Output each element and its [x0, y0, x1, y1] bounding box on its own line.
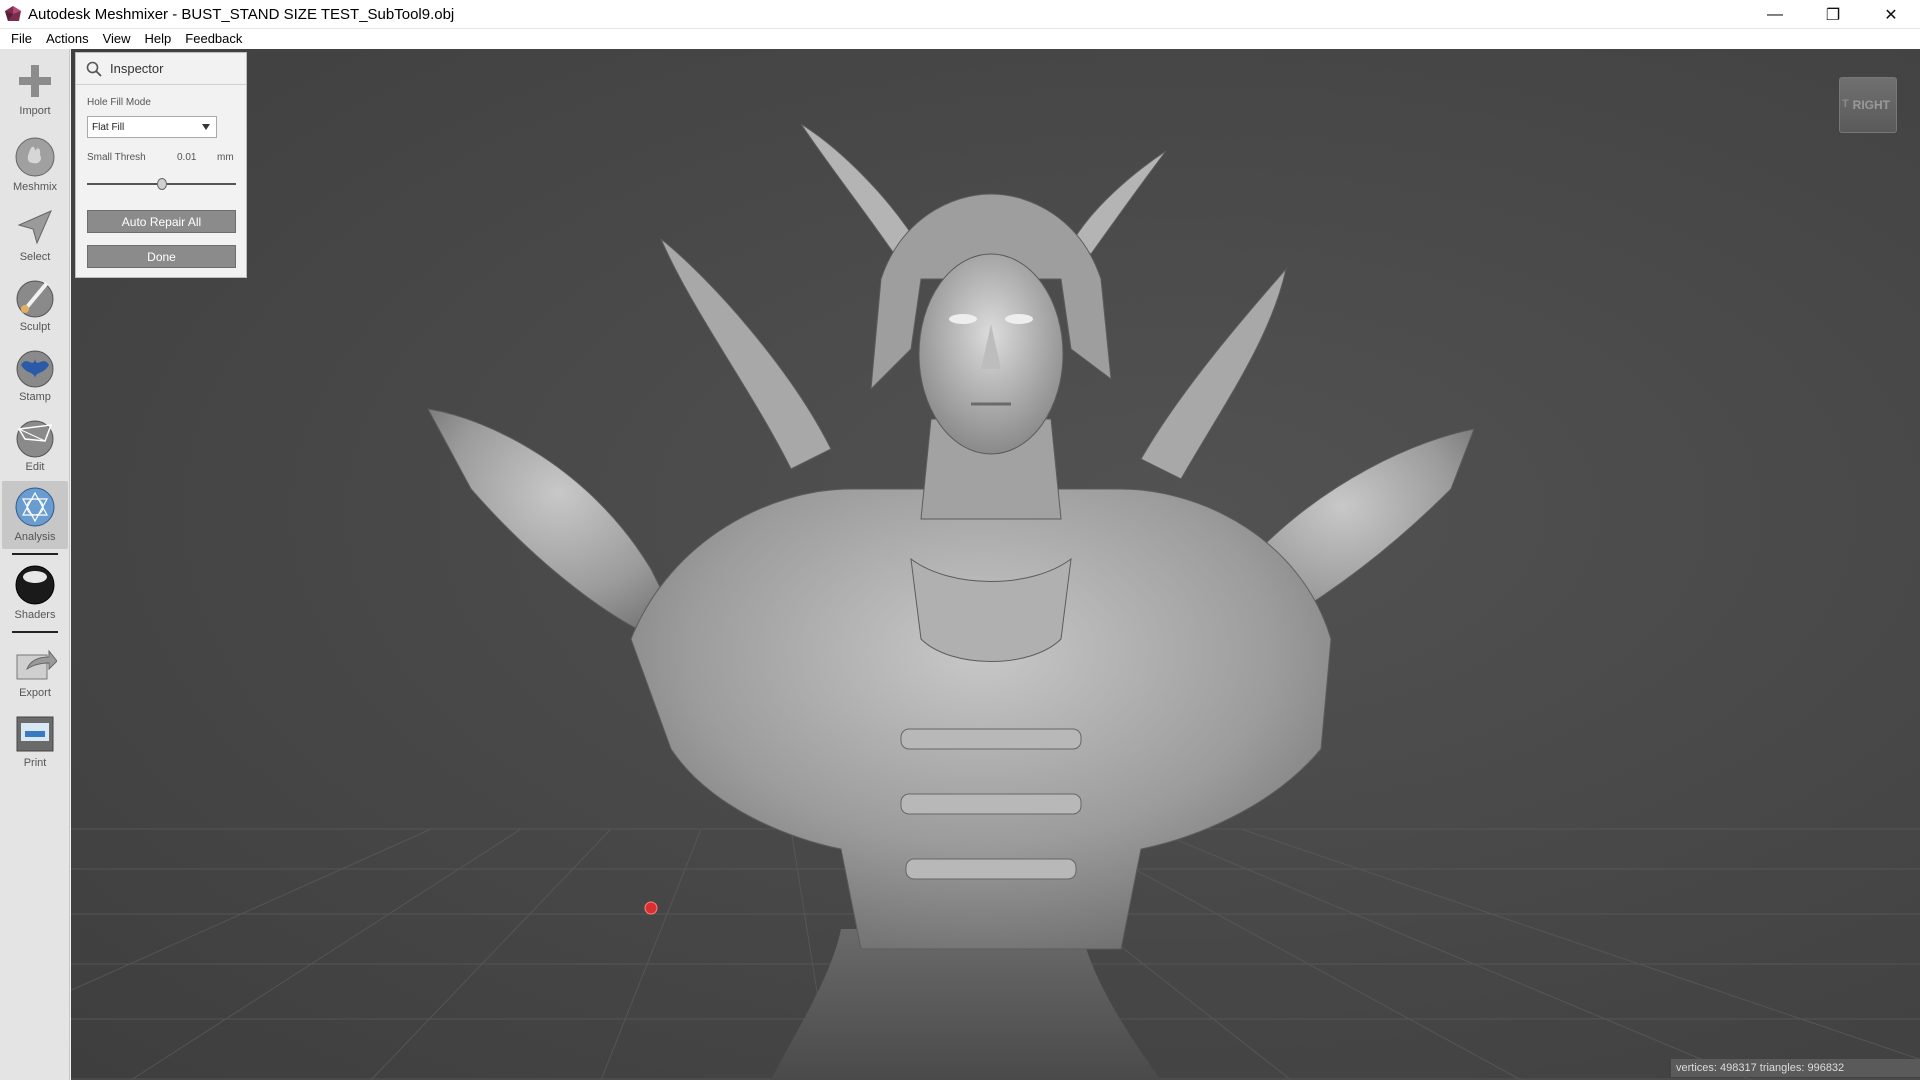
- tool-sculpt[interactable]: Sculpt: [2, 271, 68, 339]
- inspector-header: Inspector: [76, 53, 246, 85]
- tool-select-label: Select: [19, 251, 51, 263]
- tool-sculpt-label: Sculpt: [19, 321, 51, 333]
- auto-repair-all-button[interactable]: Auto Repair All: [87, 210, 236, 233]
- printer-icon: [16, 716, 54, 752]
- small-thresh-label: Small Thresh: [87, 152, 146, 163]
- restore-icon: ❐: [1825, 6, 1841, 24]
- tool-stamp-label: Stamp: [19, 391, 51, 403]
- menu-view[interactable]: View: [96, 29, 138, 49]
- tool-export[interactable]: Export: [2, 637, 68, 705]
- tool-stamp[interactable]: Stamp: [2, 341, 68, 409]
- menu-file[interactable]: File: [4, 29, 39, 49]
- close-icon: ✕: [1884, 6, 1898, 24]
- tool-print[interactable]: Print: [2, 707, 68, 775]
- inspector-panel: Inspector Hole Fill Mode Flat Fill Small…: [75, 52, 247, 278]
- scene: [71, 123, 1920, 1080]
- tool-shaders[interactable]: Shaders: [2, 559, 68, 627]
- tool-import-label: Import: [19, 105, 51, 117]
- slider-thumb[interactable]: [156, 178, 167, 190]
- view-cube-side-label: T: [1842, 98, 1849, 110]
- plus-icon: [19, 65, 51, 97]
- tool-shaders-label: Shaders: [14, 609, 56, 621]
- minimize-button[interactable]: —: [1746, 0, 1804, 29]
- hole-fill-mode-label: Hole Fill Mode: [87, 97, 151, 108]
- tool-print-label: Print: [23, 757, 47, 769]
- tool-analysis[interactable]: Analysis: [2, 481, 68, 549]
- tool-import[interactable]: Import: [2, 55, 68, 123]
- meshmixer-logo-icon: [5, 6, 21, 21]
- toolbar-separator: [12, 553, 58, 555]
- tool-meshmix-label: Meshmix: [12, 181, 57, 193]
- tool-edit-label: Edit: [25, 461, 45, 473]
- small-thresh-unit: mm: [217, 152, 234, 163]
- minimize-icon: —: [1767, 5, 1783, 23]
- menu-feedback[interactable]: Feedback: [178, 29, 249, 49]
- edit-sphere-icon: [16, 420, 54, 458]
- maximize-button[interactable]: ❐: [1804, 0, 1862, 29]
- close-button[interactable]: ✕: [1862, 0, 1920, 29]
- hole-fill-mode-value: Flat Fill: [92, 121, 125, 133]
- toolbar-separator: [12, 631, 58, 633]
- left-eye: [949, 314, 977, 324]
- menu-actions[interactable]: Actions: [39, 29, 96, 49]
- done-button[interactable]: Done: [87, 245, 236, 268]
- hole-fill-mode-dropdown[interactable]: Flat Fill: [87, 116, 217, 138]
- chest-strap-3: [905, 858, 1077, 880]
- inspector-title: Inspector: [110, 61, 164, 76]
- bunny-sphere-icon: [15, 137, 55, 177]
- stamp-sphere-icon: [16, 350, 54, 388]
- arrow-cursor-icon: [17, 210, 52, 245]
- tool-edit[interactable]: Edit: [2, 411, 68, 479]
- tool-select[interactable]: Select: [2, 201, 68, 269]
- export-icon: [16, 649, 57, 680]
- window-title: Autodesk Meshmixer - BUST_STAND SIZE TES…: [28, 5, 455, 23]
- right-horn: [1070, 150, 1167, 255]
- brush-sphere-icon: [16, 280, 54, 318]
- tool-analysis-label: Analysis: [14, 531, 56, 543]
- menu-help[interactable]: Help: [138, 29, 179, 49]
- tool-meshmix[interactable]: Meshmix: [2, 131, 68, 199]
- chevron-down-icon: [202, 124, 210, 130]
- chest-strap-2: [900, 793, 1082, 815]
- right-collar-spike: [1140, 267, 1287, 480]
- left-collar-spike: [660, 238, 832, 470]
- mesh-stats-text: vertices: 498317 triangles: 996832: [1676, 1062, 1845, 1074]
- right-eye: [1005, 314, 1033, 324]
- small-thresh-value[interactable]: 0.01: [177, 152, 196, 163]
- 3d-viewport[interactable]: [71, 49, 1920, 1080]
- shaders-sphere-icon: [15, 565, 55, 605]
- chest-strap-1: [900, 728, 1082, 750]
- view-cube[interactable]: T RIGHT: [1839, 77, 1897, 133]
- pivot-marker[interactable]: [644, 901, 658, 915]
- search-icon: [86, 61, 102, 77]
- tool-export-label: Export: [19, 687, 51, 699]
- bust-stand: [771, 929, 1161, 1080]
- small-thresh-slider[interactable]: [87, 177, 236, 191]
- menu-bar: File Actions View Help Feedback: [0, 29, 1920, 49]
- mesh-stats-readout: vertices: 498317 triangles: 996832: [1671, 1059, 1920, 1077]
- left-toolbar: Import Meshmix Select Sculpt Stamp Edit …: [0, 49, 70, 1080]
- analysis-sphere-icon: [15, 487, 55, 527]
- bust-torso: [630, 488, 1332, 950]
- view-cube-face-label: RIGHT: [1852, 98, 1890, 112]
- title-bar: Autodesk Meshmixer - BUST_STAND SIZE TES…: [0, 0, 1920, 29]
